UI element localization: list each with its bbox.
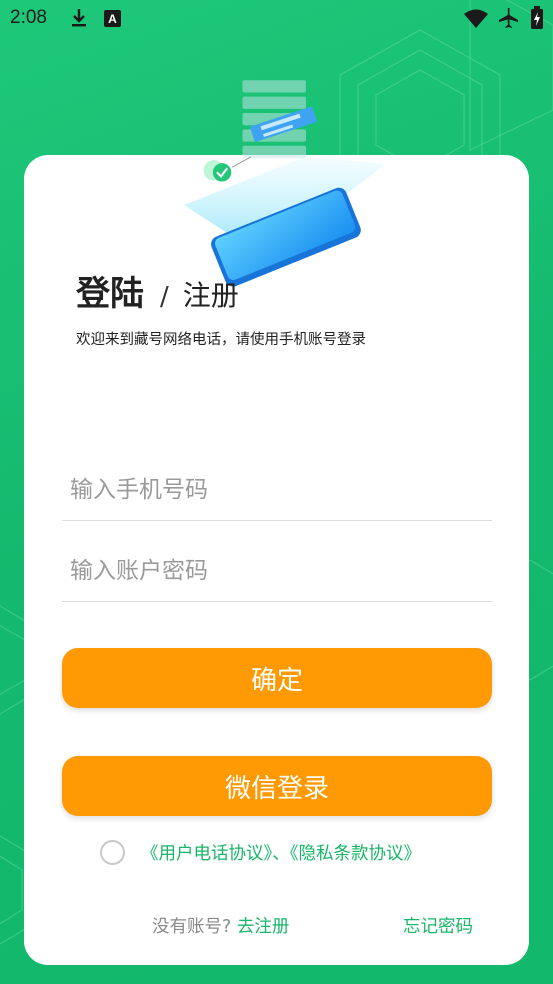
agreement-radio[interactable] — [100, 839, 125, 865]
register-title[interactable]: 注册 — [183, 274, 239, 314]
a-badge-icon: A — [104, 10, 121, 27]
no-account-text: 没有账号? — [152, 917, 232, 937]
login-title[interactable]: 登陆 — [76, 266, 144, 315]
phone-illustration — [184, 80, 386, 287]
welcome-text: 欢迎来到藏号网络电话，请使用手机账号登录 — [76, 332, 366, 348]
svg-text:A: A — [108, 12, 117, 26]
download-icon — [72, 9, 86, 27]
status-bar: 2:08 A — [0, 0, 553, 38]
title-separator: / — [160, 282, 169, 312]
airplane-icon — [499, 8, 518, 28]
forgot-password-link[interactable]: 忘记密码 — [403, 913, 473, 938]
confirm-button[interactable]: 确定 — [62, 648, 492, 708]
battery-icon — [531, 6, 543, 29]
password-field — [62, 540, 492, 602]
wifi-icon — [464, 9, 488, 28]
title-row: 登陆 / 注册 — [76, 266, 239, 315]
wechat-login-label: 微信登录 — [224, 773, 329, 804]
register-prompt: 没有账号? 去注册 — [152, 913, 289, 938]
wechat-login-button[interactable]: 微信登录 — [62, 756, 492, 816]
agreement-row: 《用户电话协议》、《隐私条款协议》 — [100, 838, 421, 866]
confirm-button-label: 确定 — [250, 665, 303, 696]
phone-input[interactable] — [62, 476, 492, 503]
password-input[interactable] — [62, 557, 492, 584]
register-link[interactable]: 去注册 — [237, 917, 290, 937]
phone-field — [62, 459, 492, 521]
agreement-link[interactable]: 《用户电话协议》、《隐私条款协议》 — [141, 840, 421, 865]
status-time: 2:08 — [10, 7, 47, 28]
